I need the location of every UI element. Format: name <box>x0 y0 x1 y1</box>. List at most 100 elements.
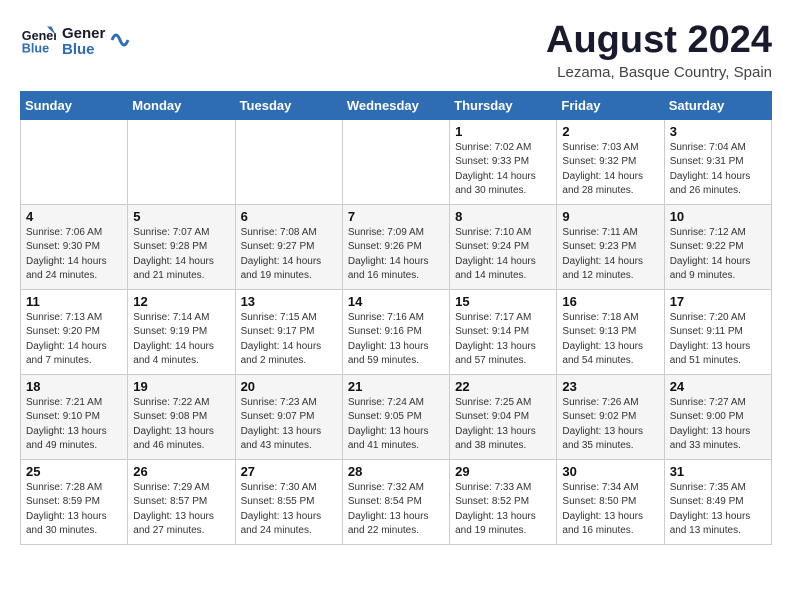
day-header-thursday: Thursday <box>450 91 557 119</box>
day-number: 5 <box>133 209 229 224</box>
logo: General Blue General Blue <box>20 20 130 60</box>
day-number: 29 <box>455 464 551 479</box>
calendar-cell: 4 Sunrise: 7:06 AM Sunset: 9:30 PM Daylig… <box>21 204 128 289</box>
day-number: 19 <box>133 379 229 394</box>
day-number: 22 <box>455 379 551 394</box>
day-number: 4 <box>26 209 122 224</box>
day-header-sunday: Sunday <box>21 91 128 119</box>
day-number: 1 <box>455 124 551 139</box>
calendar-cell: 8 Sunrise: 7:10 AM Sunset: 9:24 PM Daylig… <box>450 204 557 289</box>
day-info: Sunrise: 7:23 AM Sunset: 9:07 PM Dayligh… <box>241 396 337 454</box>
day-info: Sunrise: 7:10 AM Sunset: 9:24 PM Dayligh… <box>455 226 551 284</box>
svg-text:Blue: Blue <box>62 41 95 58</box>
wave-icon <box>110 25 130 55</box>
calendar-cell: 2 Sunrise: 7:03 AM Sunset: 9:32 PM Daylig… <box>557 119 664 204</box>
calendar-cell: 5Sunrise: 7:07 AM Sunset: 9:28 PM Daylig… <box>128 204 235 289</box>
calendar-cell: 10 Sunrise: 7:12 AM Sunset: 9:22 PM Dayli… <box>664 204 771 289</box>
calendar-cell: 3Sunrise: 7:04 AM Sunset: 9:31 PM Daylig… <box>664 119 771 204</box>
day-number: 18 <box>26 379 122 394</box>
day-info: Sunrise: 7:35 AM Sunset: 8:49 PM Dayligh… <box>670 481 766 539</box>
day-number: 15 <box>455 294 551 309</box>
day-info: Sunrise: 7:02 AM Sunset: 9:33 PM Dayligh… <box>455 141 551 199</box>
day-header-saturday: Saturday <box>664 91 771 119</box>
day-number: 20 <box>241 379 337 394</box>
day-number: 30 <box>562 464 658 479</box>
day-info: Sunrise: 7:14 AM Sunset: 9:19 PM Dayligh… <box>133 311 229 369</box>
logo-icon: General Blue <box>20 22 56 58</box>
day-info: Sunrise: 7:20 AM Sunset: 9:11 PM Dayligh… <box>670 311 766 369</box>
day-info: Sunrise: 7:06 AM Sunset: 9:30 PM Dayligh… <box>26 226 122 284</box>
calendar-cell: 23 Sunrise: 7:26 AM Sunset: 9:02 PM Dayli… <box>557 374 664 459</box>
calendar-cell: 11 Sunrise: 7:13 AM Sunset: 9:20 PM Dayli… <box>21 289 128 374</box>
day-header-monday: Monday <box>128 91 235 119</box>
day-number: 12 <box>133 294 229 309</box>
day-number: 17 <box>670 294 766 309</box>
day-info: Sunrise: 7:11 AM Sunset: 9:23 PM Dayligh… <box>562 226 658 284</box>
calendar-cell: 26 Sunrise: 7:29 AM Sunset: 8:57 PM Dayli… <box>128 459 235 544</box>
calendar-cell: 29 Sunrise: 7:33 AM Sunset: 8:52 PM Dayli… <box>450 459 557 544</box>
calendar-cell: 24Sunrise: 7:27 AM Sunset: 9:00 PM Dayli… <box>664 374 771 459</box>
day-number: 23 <box>562 379 658 394</box>
calendar-cell <box>128 119 235 204</box>
day-info: Sunrise: 7:33 AM Sunset: 8:52 PM Dayligh… <box>455 481 551 539</box>
day-number: 16 <box>562 294 658 309</box>
day-number: 2 <box>562 124 658 139</box>
day-header-friday: Friday <box>557 91 664 119</box>
day-number: 10 <box>670 209 766 224</box>
calendar-cell: 12 Sunrise: 7:14 AM Sunset: 9:19 PM Dayli… <box>128 289 235 374</box>
day-number: 31 <box>670 464 766 479</box>
day-header-wednesday: Wednesday <box>342 91 449 119</box>
day-number: 3 <box>670 124 766 139</box>
day-info: Sunrise: 7:30 AM Sunset: 8:55 PM Dayligh… <box>241 481 337 539</box>
day-number: 11 <box>26 294 122 309</box>
day-info: Sunrise: 7:24 AM Sunset: 9:05 PM Dayligh… <box>348 396 444 454</box>
day-number: 9 <box>562 209 658 224</box>
calendar-cell: 19 Sunrise: 7:22 AM Sunset: 9:08 PM Dayli… <box>128 374 235 459</box>
calendar-cell: 22 Sunrise: 7:25 AM Sunset: 9:04 PM Dayli… <box>450 374 557 459</box>
day-number: 27 <box>241 464 337 479</box>
calendar-cell: 20 Sunrise: 7:23 AM Sunset: 9:07 PM Dayli… <box>235 374 342 459</box>
calendar-cell <box>342 119 449 204</box>
day-number: 28 <box>348 464 444 479</box>
calendar-table: SundayMondayTuesdayWednesdayThursdayFrid… <box>20 91 772 545</box>
location-subtitle: Lezama, Basque Country, Spain <box>546 64 772 81</box>
day-info: Sunrise: 7:26 AM Sunset: 9:02 PM Dayligh… <box>562 396 658 454</box>
calendar-cell: 31 Sunrise: 7:35 AM Sunset: 8:49 PM Dayli… <box>664 459 771 544</box>
day-header-tuesday: Tuesday <box>235 91 342 119</box>
day-number: 8 <box>455 209 551 224</box>
calendar-cell: 25 Sunrise: 7:28 AM Sunset: 8:59 PM Dayli… <box>21 459 128 544</box>
calendar-cell: 18 Sunrise: 7:21 AM Sunset: 9:10 PM Dayli… <box>21 374 128 459</box>
day-number: 13 <box>241 294 337 309</box>
calendar-cell: 9 Sunrise: 7:11 AM Sunset: 9:23 PM Daylig… <box>557 204 664 289</box>
day-info: Sunrise: 7:22 AM Sunset: 9:08 PM Dayligh… <box>133 396 229 454</box>
day-info: Sunrise: 7:17 AM Sunset: 9:14 PM Dayligh… <box>455 311 551 369</box>
day-info: Sunrise: 7:18 AM Sunset: 9:13 PM Dayligh… <box>562 311 658 369</box>
day-info: Sunrise: 7:15 AM Sunset: 9:17 PM Dayligh… <box>241 311 337 369</box>
day-info: Sunrise: 7:12 AM Sunset: 9:22 PM Dayligh… <box>670 226 766 284</box>
day-info: Sunrise: 7:13 AM Sunset: 9:20 PM Dayligh… <box>26 311 122 369</box>
day-number: 25 <box>26 464 122 479</box>
day-info: Sunrise: 7:08 AM Sunset: 9:27 PM Dayligh… <box>241 226 337 284</box>
day-info: Sunrise: 7:32 AM Sunset: 8:54 PM Dayligh… <box>348 481 444 539</box>
day-number: 26 <box>133 464 229 479</box>
calendar-cell: 27 Sunrise: 7:30 AM Sunset: 8:55 PM Dayli… <box>235 459 342 544</box>
day-info: Sunrise: 7:25 AM Sunset: 9:04 PM Dayligh… <box>455 396 551 454</box>
day-info: Sunrise: 7:28 AM Sunset: 8:59 PM Dayligh… <box>26 481 122 539</box>
day-info: Sunrise: 7:34 AM Sunset: 8:50 PM Dayligh… <box>562 481 658 539</box>
svg-text:General: General <box>62 25 106 42</box>
calendar-cell: 1 Sunrise: 7:02 AM Sunset: 9:33 PM Daylig… <box>450 119 557 204</box>
day-number: 6 <box>241 209 337 224</box>
day-info: Sunrise: 7:21 AM Sunset: 9:10 PM Dayligh… <box>26 396 122 454</box>
calendar-cell: 30 Sunrise: 7:34 AM Sunset: 8:50 PM Dayli… <box>557 459 664 544</box>
title-block: August 2024 Lezama, Basque Country, Spai… <box>546 20 772 81</box>
day-info: Sunrise: 7:03 AM Sunset: 9:32 PM Dayligh… <box>562 141 658 199</box>
day-info: Sunrise: 7:16 AM Sunset: 9:16 PM Dayligh… <box>348 311 444 369</box>
day-info: Sunrise: 7:29 AM Sunset: 8:57 PM Dayligh… <box>133 481 229 539</box>
calendar-cell: 13 Sunrise: 7:15 AM Sunset: 9:17 PM Dayli… <box>235 289 342 374</box>
calendar-cell: 15 Sunrise: 7:17 AM Sunset: 9:14 PM Dayli… <box>450 289 557 374</box>
day-info: Sunrise: 7:09 AM Sunset: 9:26 PM Dayligh… <box>348 226 444 284</box>
day-info: Sunrise: 7:27 AM Sunset: 9:00 PM Dayligh… <box>670 396 766 454</box>
svg-text:Blue: Blue <box>22 42 49 56</box>
calendar-cell: 14Sunrise: 7:16 AM Sunset: 9:16 PM Dayli… <box>342 289 449 374</box>
calendar-cell <box>235 119 342 204</box>
